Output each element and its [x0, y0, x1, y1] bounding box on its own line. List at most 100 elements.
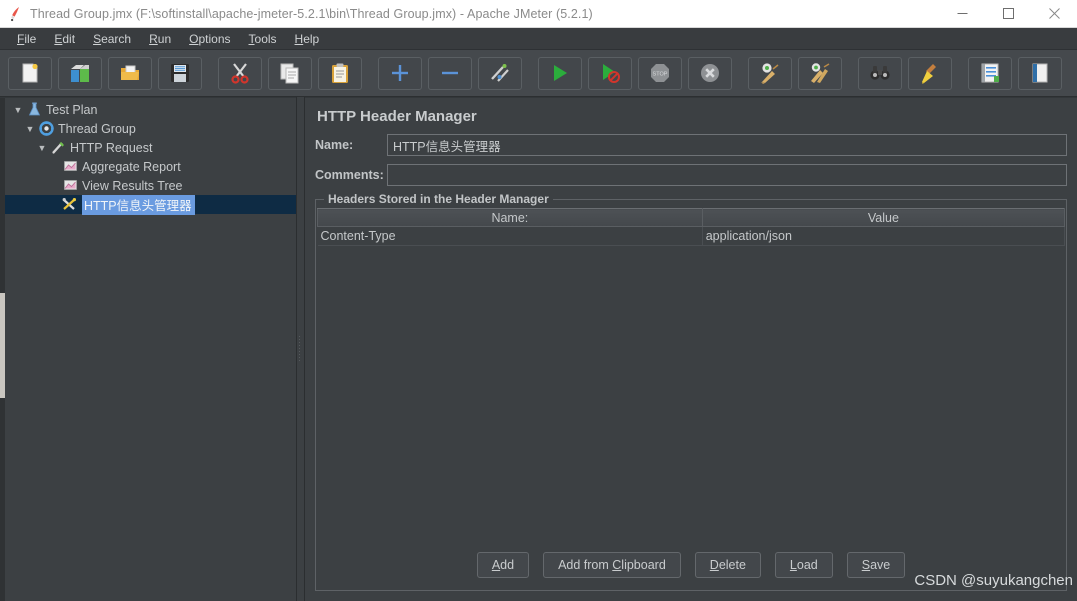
- clipboard-icon: [329, 62, 351, 84]
- add-from-clipboard-rest: lipboard: [621, 558, 666, 572]
- menu-run-rest: un: [157, 31, 172, 46]
- collapse-all-button[interactable]: [428, 56, 472, 90]
- menu-edit[interactable]: Edit: [45, 30, 84, 48]
- tree-node-aggregate-report[interactable]: Aggregate Report: [5, 157, 296, 176]
- templates-button[interactable]: [58, 56, 102, 90]
- menu-run[interactable]: Run: [140, 30, 180, 48]
- http-header-manager-panel: HTTP Header Manager Name: Comments: Head…: [305, 97, 1077, 601]
- cut-button[interactable]: [218, 56, 262, 90]
- clear-button[interactable]: [748, 56, 792, 90]
- tree-node-label: Aggregate Report: [82, 159, 181, 174]
- menu-options[interactable]: Options: [180, 30, 239, 48]
- save-button[interactable]: [158, 56, 202, 90]
- name-label: Name:: [315, 138, 354, 152]
- tree-node-label: View Results Tree: [82, 178, 183, 193]
- jmeter-feather-icon: [0, 0, 30, 28]
- chevron-down-icon[interactable]: ▼: [23, 124, 37, 134]
- menu-options-rest: ptions: [198, 31, 231, 46]
- toggle-button[interactable]: [478, 56, 522, 90]
- plus-icon: [389, 62, 411, 84]
- headers-table-wrapper: Name: Value Content-Type application/jso…: [317, 208, 1066, 546]
- page-title: HTTP Header Manager: [317, 108, 477, 125]
- comments-input[interactable]: [387, 164, 1068, 186]
- shutdown-x-icon: [699, 62, 721, 84]
- jmeter-window: Thread Group.jmx (F:\softinstall\apache-…: [0, 0, 1077, 601]
- minimize-button[interactable]: [939, 0, 985, 28]
- comments-label: Comments:: [315, 168, 384, 182]
- splitter-grip[interactable]: [299, 336, 302, 362]
- start-no-pauses-button[interactable]: [588, 56, 632, 90]
- reset-search-button[interactable]: [908, 56, 952, 90]
- save-headers-button[interactable]: Save: [846, 552, 906, 578]
- new-test-plan-button[interactable]: [8, 56, 52, 90]
- delete-button[interactable]: Delete: [694, 552, 761, 578]
- help-book-icon: [1029, 62, 1051, 84]
- headers-table[interactable]: Name: Value Content-Type application/jso…: [317, 208, 1066, 246]
- report-chart-icon: [61, 177, 79, 194]
- main-split-pane: ▼ Test Plan ▼ Thread Group ▼ HTTP Reques…: [0, 97, 1077, 601]
- tree-node-http-request[interactable]: ▼ HTTP Request: [5, 138, 296, 157]
- thread-group-icon: [37, 120, 55, 137]
- table-header-row: Name: Value: [317, 208, 1066, 227]
- stop-button[interactable]: STOP: [638, 56, 682, 90]
- menu-file-rest: ile: [24, 31, 37, 46]
- paste-button[interactable]: [318, 56, 362, 90]
- chevron-down-icon[interactable]: ▼: [11, 105, 25, 115]
- title-bar: Thread Group.jmx (F:\softinstall\apache-…: [0, 0, 1077, 28]
- gear-broom-icon: [759, 62, 781, 84]
- search-button[interactable]: [858, 56, 902, 90]
- tree-node-label: HTTP信息头管理器: [82, 194, 195, 215]
- play-green-icon: [549, 62, 571, 84]
- table-row[interactable]: Content-Type application/json: [317, 226, 1066, 246]
- menu-file[interactable]: File: [8, 30, 45, 48]
- main-toolbar: STOP: [0, 50, 1077, 97]
- add-from-clipboard-button[interactable]: Add from Clipboard: [543, 552, 681, 578]
- menu-tools[interactable]: Tools: [240, 30, 286, 48]
- tree-node-view-results-tree[interactable]: View Results Tree: [5, 176, 296, 195]
- chevron-down-icon[interactable]: ▼: [35, 143, 49, 153]
- help-button[interactable]: [1018, 56, 1062, 90]
- close-button[interactable]: [1031, 0, 1077, 28]
- column-header-value[interactable]: Value: [701, 208, 1066, 227]
- name-input[interactable]: [387, 134, 1068, 156]
- function-helper-button[interactable]: [968, 56, 1012, 90]
- headers-group-title: Headers Stored in the Header Manager: [324, 192, 553, 206]
- column-header-name[interactable]: Name:: [317, 208, 703, 227]
- cell-header-name[interactable]: Content-Type: [317, 226, 703, 246]
- menu-bar: File Edit Search Run Options Tools Help: [0, 28, 1077, 50]
- menu-edit-rest: dit: [62, 31, 76, 46]
- tree-node-label: HTTP Request: [70, 140, 153, 155]
- tree-node-thread-group[interactable]: ▼ Thread Group: [5, 119, 296, 138]
- menu-help[interactable]: Help: [286, 30, 329, 48]
- scissors-icon: [229, 62, 251, 84]
- test-plan-tree[interactable]: ▼ Test Plan ▼ Thread Group ▼ HTTP Reques…: [5, 98, 296, 601]
- shutdown-button[interactable]: [688, 56, 732, 90]
- expand-all-button[interactable]: [378, 56, 422, 90]
- minus-icon: [439, 62, 461, 84]
- new-document-icon: [19, 62, 41, 84]
- tree-node-http-header-manager[interactable]: HTTP信息头管理器: [5, 194, 296, 215]
- play-no-pauses-icon: [599, 62, 621, 84]
- table-empty-area: [317, 246, 1066, 546]
- start-button[interactable]: [538, 56, 582, 90]
- open-button[interactable]: [108, 56, 152, 90]
- comments-row: Comments:: [315, 164, 1068, 186]
- stop-sign-icon: STOP: [649, 62, 671, 84]
- headers-button-row: Add Add from Clipboard Delete Load Save: [316, 546, 1066, 590]
- headers-group: Headers Stored in the Header Manager Nam…: [315, 192, 1068, 591]
- split-pane-divider[interactable]: [296, 97, 305, 601]
- copy-button[interactable]: [268, 56, 312, 90]
- maximize-button[interactable]: [985, 0, 1031, 28]
- tree-node-test-plan[interactable]: ▼ Test Plan: [5, 100, 296, 119]
- load-button-rest: oad: [796, 558, 818, 572]
- cell-header-value[interactable]: application/json: [702, 226, 1066, 246]
- menu-search[interactable]: Search: [84, 30, 140, 48]
- add-button[interactable]: Add: [476, 552, 530, 578]
- broom-yellow-icon: [919, 62, 941, 84]
- test-plan-icon: [25, 101, 43, 118]
- load-button[interactable]: Load: [774, 552, 833, 578]
- clear-all-button[interactable]: [798, 56, 842, 90]
- binoculars-icon: [869, 62, 891, 84]
- toggle-pencil-icon: [489, 62, 511, 84]
- delete-button-rest: elete: [718, 558, 746, 572]
